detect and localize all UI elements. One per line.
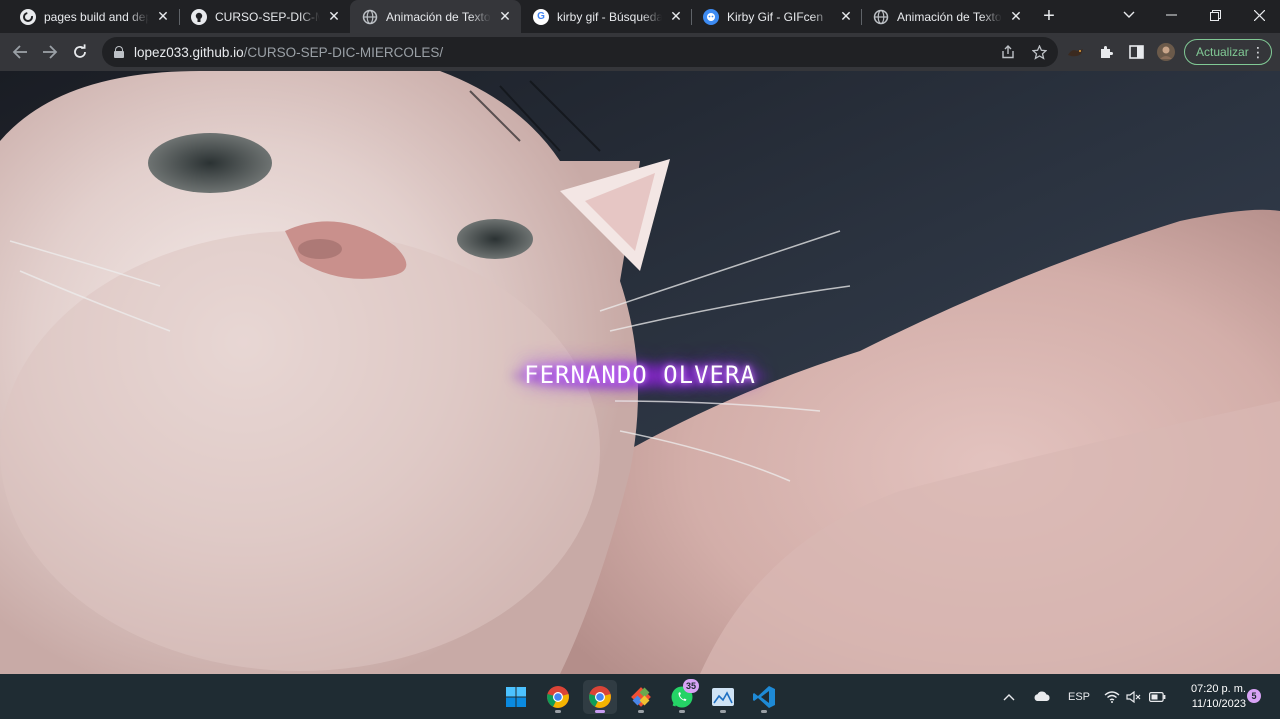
browser-toolbar: lopez033.github.io/CURSO-SEP-DIC-MIERCOL… bbox=[0, 33, 1280, 71]
minimize-button[interactable] bbox=[1150, 0, 1192, 30]
google-icon: G bbox=[533, 8, 549, 25]
reload-button[interactable] bbox=[67, 39, 93, 65]
close-tab-icon[interactable]: ✕ bbox=[838, 8, 854, 25]
neon-text-label: FERNANDO OLVERA bbox=[524, 361, 756, 389]
vscode-icon bbox=[753, 686, 775, 708]
start-button[interactable] bbox=[499, 680, 533, 714]
running-indicator bbox=[679, 710, 685, 713]
close-tab-icon[interactable]: ✕ bbox=[1008, 8, 1024, 25]
url-path: /CURSO-SEP-DIC-MIERCOLES/ bbox=[243, 44, 444, 60]
tab-strip: pages build and depl ✕ CURSO-SEP-DIC-MIE… bbox=[0, 0, 1280, 33]
onedrive-cloud-icon[interactable] bbox=[1033, 674, 1051, 719]
volume-muted-icon[interactable] bbox=[1126, 674, 1142, 719]
tab-title: kirby gif - Búsqueda bbox=[557, 9, 662, 24]
running-indicator bbox=[638, 710, 644, 713]
side-panel-icon[interactable] bbox=[1127, 43, 1145, 61]
chrome-icon bbox=[547, 686, 569, 708]
tab-animacion-2[interactable]: Animación de Texto N ✕ bbox=[861, 0, 1032, 33]
tab-title: Animación de Texto N bbox=[897, 9, 1002, 24]
git-icon bbox=[631, 687, 651, 707]
close-tab-icon[interactable]: ✕ bbox=[668, 8, 684, 25]
tab-title: pages build and depl bbox=[44, 9, 149, 24]
taskbar-vscode[interactable] bbox=[747, 680, 781, 714]
taskbar-chrome-profile-2[interactable] bbox=[583, 680, 617, 714]
battery-icon[interactable] bbox=[1149, 674, 1166, 719]
tab-kirby-search[interactable]: G kirby gif - Búsqueda ✕ bbox=[521, 0, 692, 33]
tab-search-chevron-icon[interactable] bbox=[1108, 0, 1150, 30]
running-indicator bbox=[761, 710, 767, 713]
extensions-puzzle-icon[interactable] bbox=[1097, 43, 1115, 61]
photos-icon bbox=[712, 688, 734, 706]
windows-taskbar: 35 ESP 07:20 p. m. 11/10/2023 bbox=[0, 674, 1280, 719]
taskbar-chrome-profile-1[interactable] bbox=[541, 680, 575, 714]
tab-github-actions[interactable]: pages build and depl ✕ bbox=[8, 0, 179, 33]
wifi-icon[interactable] bbox=[1104, 674, 1120, 719]
menu-kebab-icon[interactable]: ⋮ bbox=[1251, 43, 1265, 61]
bookmark-star-icon[interactable] bbox=[1031, 44, 1047, 60]
taskbar-photos[interactable] bbox=[706, 680, 740, 714]
running-indicator bbox=[555, 710, 561, 713]
notification-badge[interactable]: 5 bbox=[1247, 689, 1261, 703]
active-indicator bbox=[595, 710, 605, 713]
close-tab-icon[interactable]: ✕ bbox=[155, 8, 171, 25]
github-actions-icon bbox=[20, 8, 36, 25]
tab-github-repo[interactable]: CURSO-SEP-DIC-MIE ✕ bbox=[179, 0, 350, 33]
update-button[interactable]: Actualizar ⋮ bbox=[1184, 39, 1272, 65]
clock-date: 11/10/2023 bbox=[1191, 698, 1246, 710]
profile-avatar[interactable] bbox=[1157, 43, 1175, 61]
lock-icon[interactable] bbox=[114, 46, 124, 58]
windows-logo-icon bbox=[506, 687, 526, 707]
language-label: ESP bbox=[1068, 690, 1091, 703]
language-indicator[interactable]: ESP bbox=[1068, 674, 1090, 719]
whatsapp-unread-badge: 35 bbox=[682, 679, 699, 693]
globe-icon bbox=[873, 9, 889, 25]
forward-button[interactable] bbox=[37, 39, 63, 65]
close-tab-icon[interactable]: ✕ bbox=[497, 8, 513, 25]
update-label: Actualizar bbox=[1196, 45, 1249, 59]
url-host: lopez033.github.io bbox=[134, 44, 244, 60]
page-content: FERNANDO OLVERA bbox=[0, 71, 1280, 674]
share-icon[interactable] bbox=[1000, 44, 1016, 60]
close-window-button[interactable] bbox=[1238, 0, 1280, 30]
tab-title: Animación de Texto N bbox=[386, 9, 491, 24]
gifcen-icon bbox=[703, 8, 719, 25]
tab-kirby-gifcen[interactable]: Kirby Gif - GIFcen ✕ bbox=[691, 0, 862, 33]
tab-title: Kirby Gif - GIFcen bbox=[727, 9, 824, 24]
tray-overflow-chevron-icon[interactable] bbox=[1003, 674, 1015, 719]
globe-icon bbox=[362, 9, 378, 25]
system-clock[interactable]: 07:20 p. m. 11/10/2023 bbox=[1176, 682, 1246, 712]
address-bar[interactable]: lopez033.github.io/CURSO-SEP-DIC-MIERCOL… bbox=[102, 37, 1058, 67]
neon-name-text: FERNANDO OLVERA bbox=[504, 357, 776, 393]
running-indicator bbox=[720, 710, 726, 713]
github-icon bbox=[191, 8, 207, 25]
close-tab-icon[interactable]: ✕ bbox=[326, 8, 342, 25]
restore-button[interactable] bbox=[1194, 0, 1236, 30]
clock-time: 07:20 p. m. bbox=[1190, 683, 1246, 695]
taskbar-git[interactable] bbox=[624, 680, 658, 714]
extension-icon[interactable] bbox=[1067, 43, 1085, 61]
taskbar-whatsapp[interactable]: 35 bbox=[665, 679, 699, 714]
tab-animacion-active[interactable]: Animación de Texto N ✕ bbox=[350, 0, 521, 33]
chrome-icon bbox=[589, 686, 611, 708]
back-button[interactable] bbox=[7, 39, 33, 65]
new-tab-button[interactable]: + bbox=[1038, 5, 1060, 27]
tab-title: CURSO-SEP-DIC-MIE bbox=[215, 9, 320, 24]
